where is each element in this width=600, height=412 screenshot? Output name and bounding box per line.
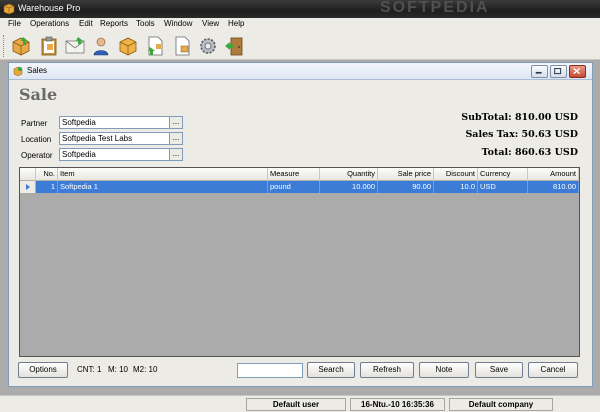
row-pointer-icon (26, 184, 30, 190)
toolbar (0, 32, 600, 60)
status-bar: Default user 16-Ntu.-10 16:35:36 Default… (0, 395, 600, 412)
package-icon (119, 37, 137, 56)
cell-measure: pound (268, 181, 320, 193)
menu-edit[interactable]: Edit (79, 19, 93, 28)
total-text: Total: 860.63 USD (481, 147, 578, 158)
toolbar-user-button[interactable] (90, 35, 112, 57)
box-icon (12, 37, 30, 56)
cell-discount: 10.0 (434, 181, 478, 193)
toolbar-document-button[interactable] (171, 35, 193, 57)
user-icon (93, 37, 109, 56)
partner-browse-button[interactable]: ... (169, 116, 183, 129)
close-icon (573, 68, 581, 75)
table-row[interactable]: 1 Softpedia 1 pound 10.000 90.00 10.0 US… (20, 181, 579, 193)
document-arrow-icon (148, 36, 163, 56)
row-indicator (20, 181, 36, 193)
app-box-icon (3, 3, 15, 15)
status-user: Default user (246, 398, 346, 411)
clipboard-icon (41, 36, 57, 56)
options-button[interactable]: Options (18, 362, 68, 378)
menu-window[interactable]: Window (164, 19, 192, 28)
cell-currency: USD (478, 181, 528, 193)
sales-window-title: Sales (27, 66, 48, 75)
status-datetime: 16-Ntu.-10 16:35:36 (350, 398, 445, 411)
partner-label: Partner (21, 119, 48, 128)
grid-header: No. Item Measure Quantity Sale price Dis… (20, 168, 579, 181)
operator-field[interactable]: Softpedia (59, 148, 183, 161)
close-button[interactable] (569, 65, 586, 78)
minimize-button[interactable] (531, 65, 548, 78)
page-title: Sale (19, 85, 58, 104)
status-company: Default company (449, 398, 553, 411)
menu-view[interactable]: View (202, 19, 219, 28)
menu-help[interactable]: Help (228, 19, 244, 28)
document-icon (175, 36, 190, 56)
location-browse-button[interactable]: ... (169, 132, 183, 145)
menu-reports[interactable]: Reports (100, 19, 128, 28)
minimize-icon (535, 71, 542, 74)
sales-tax-text: Sales Tax: 50.63 USD (465, 129, 578, 140)
col-amount[interactable]: Amount (528, 168, 579, 181)
cell-no: 1 (36, 181, 58, 193)
toolbar-grip[interactable] (3, 35, 6, 57)
col-discount[interactable]: Discount (434, 168, 478, 181)
restore-icon (554, 68, 562, 75)
col-item[interactable]: Item (58, 168, 268, 181)
toolbar-clipboard-button[interactable] (38, 35, 60, 57)
cell-quantity: 10.000 (320, 181, 378, 193)
cell-amount: 810.00 (528, 181, 579, 193)
operator-browse-button[interactable]: ... (169, 148, 183, 161)
col-no[interactable]: No. (36, 168, 58, 181)
partner-field[interactable]: Softpedia (59, 116, 183, 129)
toolbar-exit-button[interactable] (223, 35, 245, 57)
menu-tools[interactable]: Tools (136, 19, 155, 28)
cell-item: Softpedia 1 (58, 181, 268, 193)
gear-icon (200, 38, 216, 54)
envelope-icon (65, 37, 85, 54)
search-input[interactable] (237, 363, 303, 378)
toolbar-envelope-button[interactable] (64, 35, 86, 57)
cell-sale-price: 90.00 (378, 181, 434, 193)
watermark: SOFTPEDIA (380, 0, 490, 16)
toolbar-document-arrow-button[interactable] (144, 35, 166, 57)
cancel-button[interactable]: Cancel (528, 362, 578, 378)
location-field[interactable]: Softpedia Test Labs (59, 132, 183, 145)
m-text: M: 10 (108, 365, 129, 374)
sales-window-icon (13, 66, 23, 76)
maximize-button[interactable] (550, 65, 567, 78)
col-sale-price[interactable]: Sale price (378, 168, 434, 181)
menu-file[interactable]: File (8, 19, 21, 28)
exit-door-icon (225, 37, 243, 56)
col-measure[interactable]: Measure (268, 168, 320, 181)
app-title: Warehouse Pro (18, 3, 81, 13)
toolbar-package-button[interactable] (117, 35, 139, 57)
toolbar-gear-button[interactable] (197, 35, 219, 57)
grid-header-indicator (20, 168, 36, 181)
cnt-text: CNT: 1 (77, 365, 102, 374)
menu-operations[interactable]: Operations (30, 19, 69, 28)
toolbar-box-button[interactable] (10, 35, 32, 57)
sales-window: Sales Sale Partner Softpedia ... Locatio… (8, 62, 593, 387)
subtotal-text: SubTotal: 810.00 USD (461, 112, 578, 123)
search-button[interactable]: Search (307, 362, 355, 378)
sales-items-grid[interactable]: No. Item Measure Quantity Sale price Dis… (19, 167, 580, 357)
col-currency[interactable]: Currency (478, 168, 528, 181)
sales-window-title-bar[interactable]: Sales (9, 63, 592, 80)
menubar: File Operations Edit Reports Tools Windo… (0, 18, 600, 32)
col-quantity[interactable]: Quantity (320, 168, 378, 181)
location-label: Location (21, 135, 52, 144)
refresh-button[interactable]: Refresh (360, 362, 414, 378)
operator-label: Operator (21, 151, 53, 160)
note-button[interactable]: Note (419, 362, 469, 378)
m2-text: M2: 10 (133, 365, 158, 374)
save-button[interactable]: Save (475, 362, 523, 378)
app-title-bar: Warehouse Pro SOFTPEDIA (0, 0, 600, 18)
